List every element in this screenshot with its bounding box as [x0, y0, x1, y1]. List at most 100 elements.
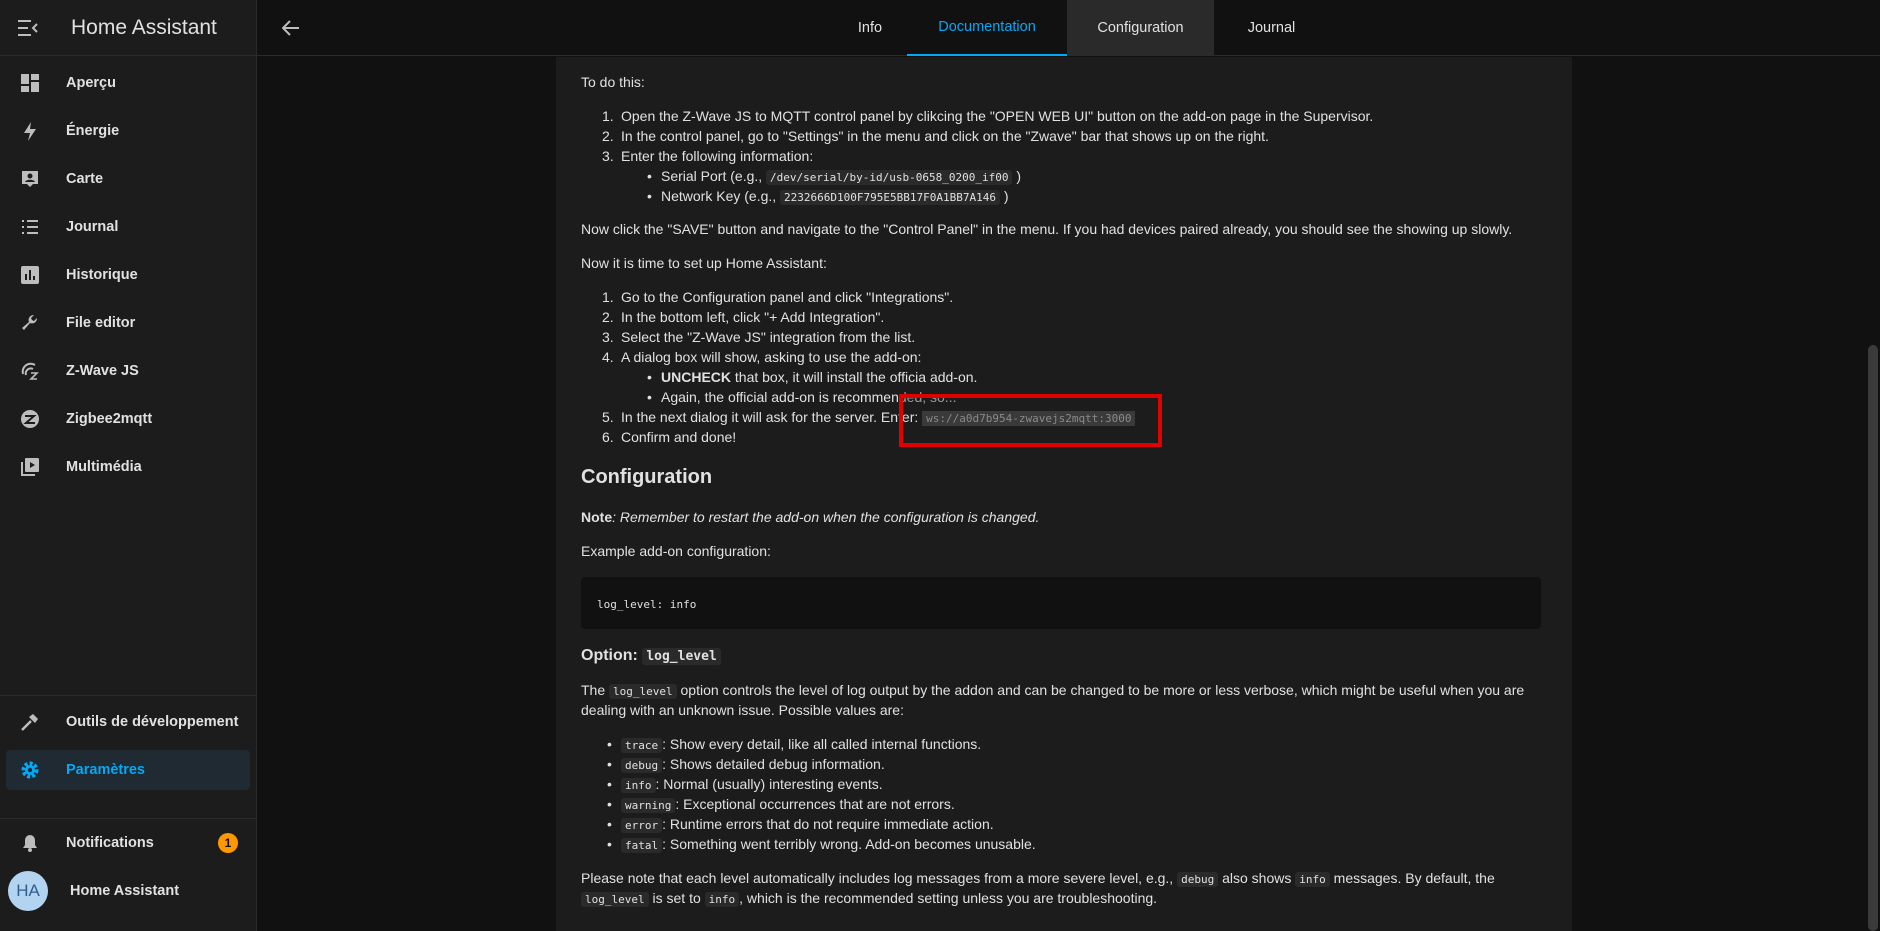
paragraph: Now it is time to set up Home Assistant:	[581, 255, 827, 271]
paragraph: Now click the "SAVE" button and navigate…	[581, 221, 1513, 237]
sidebar-item-energie[interactable]: Énergie	[6, 111, 250, 151]
sidebar: Home Assistant Aperçu Énergie Carte Jour…	[0, 0, 257, 931]
text: is set to	[652, 890, 701, 906]
tab-documentation[interactable]: Documentation	[907, 0, 1067, 56]
tab-journal[interactable]: Journal	[1214, 0, 1329, 56]
option-heading: Option: log_level	[581, 646, 721, 667]
sidebar-item-apercu[interactable]: Aperçu	[6, 63, 250, 103]
sidebar-item-label: Énergie	[66, 123, 120, 139]
sidebar-item-journal[interactable]: Journal	[6, 207, 250, 247]
tab-configuration[interactable]: Configuration	[1067, 0, 1214, 56]
list-item: : Show every detail, like all called int…	[662, 736, 982, 752]
text: also shows	[1222, 870, 1292, 886]
play-box-icon	[6, 457, 50, 477]
sidebar-item-label: Aperçu	[66, 75, 116, 91]
paragraph: Please note that each level automaticall…	[581, 868, 1495, 890]
inline-code: log_level	[609, 684, 677, 699]
sidebar-item-label: Notifications	[66, 835, 154, 851]
inline-code: warning	[621, 798, 676, 813]
sidebar-item-historique[interactable]: Historique	[6, 255, 250, 295]
sidebar-item-dev-tools[interactable]: Outils de développement	[6, 702, 250, 742]
sidebar-item-notifications[interactable]: Notifications 1	[6, 823, 250, 863]
sidebar-divider	[0, 695, 257, 696]
sidebar-item-zigbee2mqtt[interactable]: Zigbee2mqtt	[6, 399, 250, 439]
note-paragraph: Note: Remember to restart the add-on whe…	[581, 507, 1039, 527]
config-code: log_level: info	[597, 598, 697, 611]
avatar: HA	[8, 871, 48, 911]
sidebar-item-user[interactable]: HA Home Assistant	[6, 871, 250, 911]
paragraph: log_level is set to info, which is the r…	[581, 888, 1157, 910]
cog-icon	[6, 760, 50, 780]
list-item: Go to the Configuration panel and click …	[621, 289, 954, 305]
paragraph: dealing with an unknown issue. Possible …	[581, 702, 904, 718]
levels-list: • trace: Show every detail, like all call…	[607, 736, 1036, 853]
list-icon	[6, 217, 50, 237]
note-bold: Note	[581, 509, 613, 525]
dashboard-icon	[6, 73, 50, 93]
map-account-icon	[6, 169, 50, 189]
list-item: : Something went terribly wrong. Add-on …	[662, 836, 1036, 852]
paren: )	[1016, 168, 1022, 184]
lightning-icon	[6, 121, 50, 141]
wrench-icon	[6, 313, 50, 333]
inline-code: log_level	[581, 892, 649, 907]
list-item: A dialog box will show, asking to use th…	[621, 349, 922, 365]
list-item: that box, it will install the officia ad…	[731, 369, 978, 385]
paragraph: To do this:	[581, 74, 645, 90]
inline-code: fatal	[621, 838, 663, 853]
paragraph: The log_level option controls the level …	[581, 680, 1524, 702]
network-key-code: 2232666D100F795E5BB17F0A1BB7A146	[780, 190, 1000, 205]
sidebar-item-label: File editor	[66, 315, 136, 331]
uncheck-bold: UNCHECK	[661, 369, 731, 385]
text: The	[581, 682, 606, 698]
sidebar-item-label: Multimédia	[66, 459, 142, 475]
code-block: log_level: info	[581, 577, 1541, 629]
list-item: Select the "Z-Wave JS" integration from …	[621, 329, 916, 345]
list-item: In the control panel, go to "Settings" i…	[621, 128, 1269, 144]
top-bar: Info Documentation Configuration Journal	[257, 0, 1880, 56]
paragraph: Example add-on configuration:	[581, 543, 771, 559]
list-item: Again, the official add-on is recommen	[661, 389, 899, 405]
sidebar-header: Home Assistant	[0, 0, 256, 56]
list-item: Confirm and done!	[621, 429, 737, 445]
sidebar-item-label: Carte	[66, 171, 104, 187]
inline-code: error	[621, 818, 663, 833]
ordered-list: 1. Open the Z-Wave JS to MQTT control pan…	[602, 108, 1374, 205]
note-text: : Remember to restart the add-on when th…	[612, 509, 1040, 525]
list-item: Serial Port (e.g.,	[661, 168, 763, 184]
inline-code: info	[1295, 872, 1330, 887]
app-title: Home Assistant	[71, 15, 217, 39]
notifications-badge: 1	[218, 833, 238, 853]
paren: )	[1003, 188, 1009, 204]
sidebar-item-carte[interactable]: Carte	[6, 159, 250, 199]
sidebar-item-parametres[interactable]: Paramètres	[6, 750, 250, 790]
option-code: log_level	[642, 648, 721, 665]
sidebar-item-label: Outils de développement	[66, 714, 239, 730]
menu-toggle-button[interactable]	[0, 0, 56, 56]
arrow-left-icon	[282, 20, 299, 36]
sidebar-item-label: Z-Wave JS	[66, 363, 139, 379]
bell-icon	[6, 833, 50, 853]
zwave-icon	[6, 361, 50, 381]
sidebar-item-label: Journal	[66, 219, 119, 235]
configuration-heading: Configuration	[581, 466, 713, 488]
inline-code: info	[704, 892, 740, 907]
sidebar-item-label: Zigbee2mqtt	[66, 411, 153, 427]
scrollbar-thumb[interactable]	[1868, 345, 1878, 931]
list-item: Enter the following information:	[621, 148, 814, 164]
list-item: In the next dialog it will ask for the s…	[621, 409, 899, 425]
highlight-annotation-box	[899, 394, 1162, 447]
list-item: : Exceptional occurrences that are not e…	[675, 796, 955, 812]
inline-code: debug	[621, 758, 663, 773]
list-item: Network Key (e.g.,	[661, 188, 777, 204]
sidebar-item-zwave[interactable]: Z-Wave JS	[6, 351, 250, 391]
serial-port-code: /dev/serial/by-id/usb-0658_0200_if00	[766, 170, 1013, 185]
sidebar-item-multimedia[interactable]: Multimédia	[6, 447, 250, 487]
sidebar-item-label: Home Assistant	[70, 883, 180, 899]
inline-code: debug	[1177, 872, 1219, 887]
sidebar-item-file-editor[interactable]: File editor	[6, 303, 250, 343]
back-button[interactable]	[277, 14, 305, 42]
sidebar-item-label: Historique	[66, 267, 138, 283]
text: option controls the level of log output …	[680, 682, 1525, 698]
list-item: Open the Z-Wave JS to MQTT control panel…	[621, 108, 1374, 124]
